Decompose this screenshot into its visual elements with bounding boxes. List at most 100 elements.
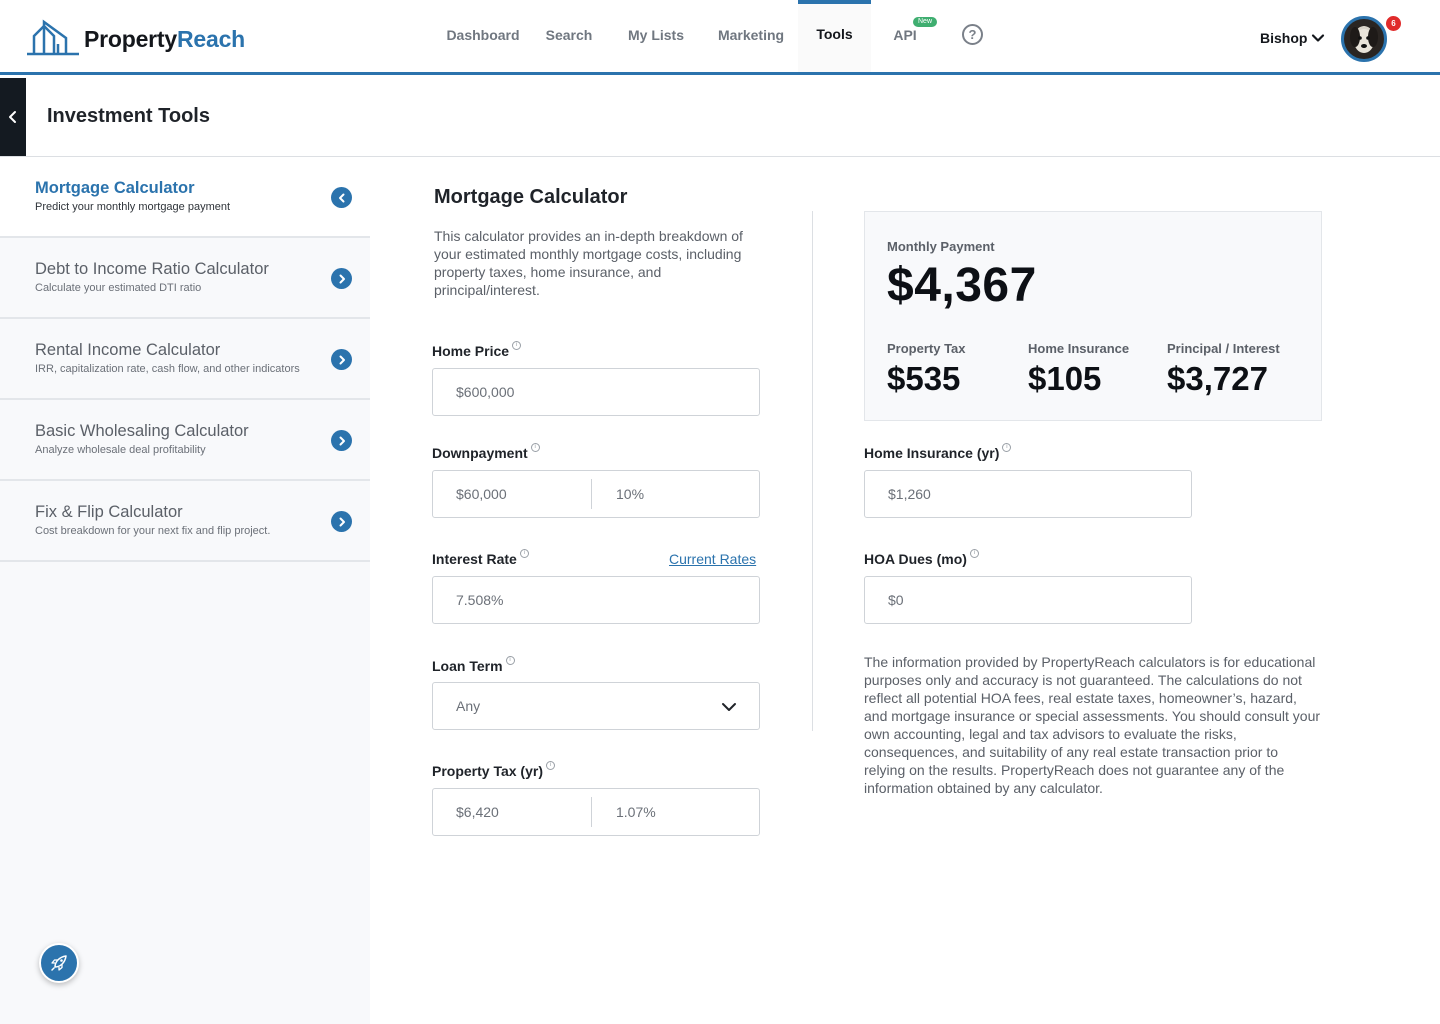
loan-term-label: Loan Term i: [432, 656, 515, 674]
nav-api-label: API: [893, 26, 917, 43]
column-divider: [812, 211, 813, 731]
interest-rate-value: 7.508%: [456, 592, 504, 608]
chevron-right-circle-icon[interactable]: [331, 349, 352, 370]
chevron-right-circle-icon[interactable]: [331, 268, 352, 289]
sidebar-item-title: Rental Income Calculator: [35, 341, 221, 359]
calculator-description: This calculator provides an in-depth bre…: [434, 228, 743, 298]
interest-rate-label: Interest Rate i: [432, 549, 529, 567]
avatar-image: [1350, 27, 1378, 53]
page-header: Investment Tools: [0, 78, 1440, 157]
house-outline-icon: [27, 19, 79, 56]
user-name: Bishop: [1260, 30, 1308, 46]
question-circle-icon[interactable]: ?: [962, 24, 983, 45]
brand-name-part1: Property: [84, 25, 177, 52]
home-insurance-summary-value: $105: [1028, 360, 1102, 397]
rocket-button[interactable]: [39, 943, 79, 983]
hoa-dues-input[interactable]: $0: [864, 576, 1192, 624]
chevron-left-circle-icon[interactable]: [331, 187, 352, 208]
rocket-icon: [51, 955, 67, 971]
sidebar-item-title: Fix & Flip Calculator: [35, 503, 183, 521]
home-insurance-label-text: Home Insurance (yr): [864, 445, 1000, 461]
sidebar-item-title: Debt to Income Ratio Calculator: [35, 260, 269, 278]
property-tax-percent-input[interactable]: 1.07%: [592, 804, 759, 820]
chevron-right-circle-icon[interactable]: [331, 430, 352, 451]
principal-interest-summary-label: Principal / Interest: [1167, 341, 1280, 356]
nav-my-lists[interactable]: My Lists: [618, 0, 694, 72]
downpayment-label: Downpayment i: [432, 443, 540, 461]
hoa-dues-label-text: HOA Dues (mo): [864, 551, 967, 567]
calculator-title: Mortgage Calculator: [434, 186, 628, 208]
sidebar-item-subtitle: Predict your monthly mortgage payment: [35, 201, 231, 213]
loan-term-label-text: Loan Term: [432, 658, 503, 674]
downpayment-amount-input[interactable]: $60,000: [433, 479, 592, 509]
property-tax-label: Property Tax (yr) i: [432, 761, 555, 779]
info-circle-icon[interactable]: i: [505, 656, 515, 665]
home-price-label-text: Home Price: [432, 343, 510, 359]
sidebar-item-subtitle: Analyze wholesale deal profitability: [35, 444, 206, 456]
sidebar-item-title: Mortgage Calculator: [35, 179, 195, 197]
sidebar-item-subtitle: Calculate your estimated DTI ratio: [35, 282, 202, 294]
user-menu[interactable]: Bishop: [1260, 30, 1325, 46]
info-circle-icon[interactable]: i: [519, 549, 529, 558]
loan-term-value: Any: [456, 698, 481, 714]
collapse-sidebar-button[interactable]: [0, 78, 26, 156]
nav-marketing[interactable]: Marketing: [708, 0, 794, 72]
property-tax-summary-value: $535: [887, 360, 961, 397]
hoa-dues-value: $0: [888, 592, 904, 608]
nav-dashboard[interactable]: Dashboard: [438, 0, 528, 72]
principal-interest-summary-value: $3,727: [1167, 360, 1268, 397]
monthly-payment-value: $4,367: [887, 259, 1037, 312]
home-insurance-input[interactable]: $1,260: [864, 470, 1192, 518]
sidebar-item-wholesaling-calculator[interactable]: Basic Wholesaling Calculator Analyze who…: [0, 400, 370, 481]
home-price-input[interactable]: $600,000: [432, 368, 760, 416]
sidebar-item-mortgage-calculator[interactable]: Mortgage Calculator Predict your monthly…: [0, 157, 370, 238]
sidebar-item-title: Basic Wholesaling Calculator: [35, 422, 249, 440]
nav-search[interactable]: Search: [538, 0, 600, 72]
loan-term-select[interactable]: Any: [432, 682, 760, 730]
page-title: Investment Tools: [47, 105, 210, 127]
downpayment-field: $60,000 10%: [432, 470, 760, 518]
notification-badge[interactable]: 6: [1386, 16, 1401, 31]
info-circle-icon[interactable]: i: [1002, 443, 1012, 452]
chevron-down-icon: [722, 703, 736, 711]
top-navigation: PropertyReach Dashboard Search My Lists …: [0, 0, 1440, 75]
home-price-value: $600,000: [456, 384, 515, 400]
home-insurance-value: $1,260: [888, 486, 931, 502]
brand-logo[interactable]: PropertyReach: [24, 16, 245, 58]
hoa-dues-label: HOA Dues (mo) i: [864, 549, 979, 567]
chevron-down-icon: [1312, 34, 1325, 42]
new-badge: New: [913, 17, 938, 27]
info-circle-icon[interactable]: i: [512, 341, 522, 350]
info-circle-icon[interactable]: i: [530, 443, 540, 452]
home-price-label: Home Price i: [432, 341, 522, 359]
sidebar-item-dti-calculator[interactable]: Debt to Income Ratio Calculator Calculat…: [0, 238, 370, 319]
property-tax-summary-label: Property Tax: [887, 341, 966, 356]
info-circle-icon[interactable]: i: [546, 761, 555, 770]
nav-tools[interactable]: Tools: [798, 0, 871, 72]
sidebar-item-rental-income-calculator[interactable]: Rental Income Calculator IRR, capitaliza…: [0, 319, 370, 400]
downpayment-label-text: Downpayment: [432, 445, 528, 461]
chevron-left-icon: [9, 111, 16, 123]
tools-sidebar: Mortgage Calculator Predict your monthly…: [0, 157, 370, 1024]
sidebar-item-fix-flip-calculator[interactable]: Fix & Flip Calculator Cost breakdown for…: [0, 481, 370, 562]
brand-name-part2: Reach: [176, 25, 246, 52]
sidebar-item-subtitle: Cost breakdown for your next fix and fli…: [35, 525, 271, 537]
downpayment-percent-input[interactable]: 10%: [592, 486, 759, 502]
payment-summary-card: Monthly Payment $4,367 Property Tax $535…: [864, 211, 1322, 421]
sidebar-item-subtitle: IRR, capitalization rate, cash flow, and…: [35, 363, 300, 375]
brand-name: PropertyReach: [84, 26, 245, 53]
disclaimer-text: The information provided by PropertyReac…: [864, 654, 1321, 796]
nav-api[interactable]: API New: [880, 0, 938, 72]
interest-rate-input[interactable]: 7.508%: [432, 576, 760, 624]
home-insurance-label: Home Insurance (yr) i: [864, 443, 1012, 461]
chevron-right-circle-icon[interactable]: [331, 511, 352, 532]
monthly-payment-label: Monthly Payment: [887, 239, 995, 254]
property-tax-label-text: Property Tax (yr): [432, 763, 543, 779]
home-insurance-summary-label: Home Insurance: [1028, 341, 1130, 356]
interest-rate-label-text: Interest Rate: [432, 551, 517, 567]
property-tax-amount-input[interactable]: $6,420: [433, 797, 592, 827]
info-circle-icon[interactable]: i: [969, 549, 979, 558]
avatar[interactable]: [1341, 16, 1387, 62]
current-rates-link[interactable]: Current Rates: [669, 551, 756, 567]
property-tax-field: $6,420 1.07%: [432, 788, 760, 836]
